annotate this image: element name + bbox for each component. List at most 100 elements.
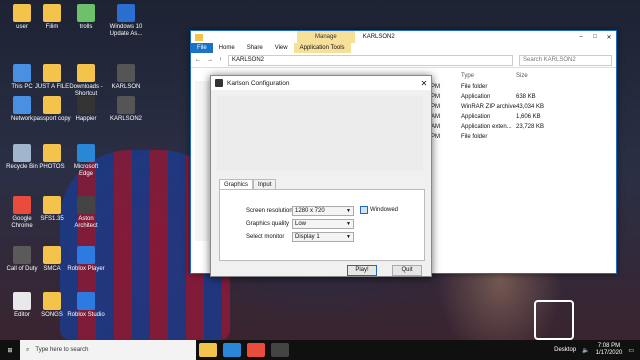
app-icon: [43, 96, 61, 114]
app-icon: [13, 196, 31, 214]
file-row-time[interactable]: PM: [431, 83, 440, 92]
app-icon: [13, 292, 31, 310]
desktop-icon[interactable]: Microsoft Edge: [66, 144, 106, 178]
file-row-time[interactable]: PM: [431, 133, 440, 142]
desktop-icon[interactable]: trolls: [66, 4, 106, 31]
app-icon: [77, 196, 95, 214]
maximize-icon[interactable]: □: [588, 34, 602, 40]
column-header-size[interactable]: Size: [516, 73, 528, 79]
file-row-size[interactable]: 43,034 KB: [516, 103, 544, 112]
nav-pane: [195, 81, 209, 241]
select-monitor-select[interactable]: Display 1 ▼: [292, 232, 354, 242]
tab-file[interactable]: File: [191, 43, 213, 53]
taskbar-edge-icon[interactable]: [223, 343, 241, 357]
tab-view[interactable]: View: [269, 45, 294, 51]
file-row-type[interactable]: Application: [461, 93, 490, 102]
file-row-type[interactable]: Application: [461, 113, 490, 122]
address-bar-row: ← → ↑ KARLSON2 Search KARLSON2: [191, 53, 616, 68]
desktop-icon[interactable]: KARLSON: [106, 64, 146, 91]
clock-time: 7:08 PM: [597, 343, 621, 349]
back-arrow-icon[interactable]: ←: [195, 57, 201, 63]
windowed-label: Windowed: [370, 207, 399, 213]
dialog-title: Karlson Configuration: [227, 79, 290, 87]
tab-application-tools[interactable]: Application Tools: [293, 43, 351, 53]
manage-tab[interactable]: Manage: [297, 31, 355, 43]
desktop-icon-label: KARLSON: [111, 84, 141, 90]
notification-icon[interactable]: ▭: [628, 347, 634, 354]
file-row-type[interactable]: Application exten...: [461, 123, 512, 132]
dialog-banner: [217, 96, 423, 171]
app-icon: [13, 246, 31, 264]
chevron-down-icon: ▼: [346, 208, 351, 214]
file-row-type[interactable]: File folder: [461, 83, 487, 92]
explorer-titlebar[interactable]: Manage KARLSON2 – □ ✕: [191, 31, 616, 43]
desktop-toolbar-label[interactable]: Desktop: [554, 347, 576, 353]
desktop-icon-label: Roblox Studio: [67, 312, 105, 318]
app-icon: [43, 4, 61, 22]
desktop-icon[interactable]: KARLSON2: [106, 96, 146, 123]
file-row-time[interactable]: PM: [431, 103, 440, 112]
dialog-titlebar[interactable]: Karlson Configuration ✕: [211, 76, 431, 90]
graphics-panel: Screen resolution 1280 x 720 ▼ Graphics …: [219, 189, 425, 261]
desktop-icon[interactable]: Roblox Studio: [66, 292, 106, 319]
graphics-quality-select[interactable]: Low ▼: [292, 219, 354, 229]
file-row-time[interactable]: PM: [431, 93, 440, 102]
speaker-icon[interactable]: 🔈: [582, 347, 589, 354]
play-button[interactable]: Play!: [347, 265, 377, 276]
screen-resolution-select[interactable]: 1280 x 720 ▼: [292, 206, 354, 216]
desktop-icon-label: Windows 10 Update As...: [109, 24, 143, 37]
column-header-type[interactable]: Type: [461, 73, 474, 79]
taskbar-search[interactable]: ⌕ Type here to search: [20, 340, 196, 360]
desktop-icon-label: KARLSON2: [109, 116, 142, 122]
app-icon: [77, 64, 95, 82]
app-icon: [117, 4, 135, 22]
file-row-size[interactable]: 638 KB: [516, 93, 536, 102]
tab-home[interactable]: Home: [213, 45, 241, 51]
search-input[interactable]: Search KARLSON2: [519, 54, 612, 66]
tab-share[interactable]: Share: [241, 45, 269, 51]
file-row-size[interactable]: 23,728 KB: [516, 123, 544, 132]
explorer-title: KARLSON2: [362, 34, 395, 40]
up-arrow-icon[interactable]: ↑: [219, 57, 222, 63]
desktop-icon[interactable]: Aston Architect: [66, 196, 106, 230]
desktop-icon[interactable]: Downloads - Shortcut: [66, 64, 106, 98]
app-icon: [117, 64, 135, 82]
start-button[interactable]: ⊞: [0, 340, 20, 360]
graphics-quality-label: Graphics quality: [246, 221, 290, 227]
minimize-icon[interactable]: –: [574, 34, 588, 40]
taskbar-chrome-icon[interactable]: [247, 343, 265, 357]
dialog-close-icon[interactable]: ✕: [417, 79, 431, 88]
desktop-icon[interactable]: Roblox Player: [66, 246, 106, 273]
karlson-config-dialog[interactable]: Karlson Configuration ✕ Graphics Input S…: [210, 75, 432, 277]
taskbar-file-explorer-icon[interactable]: [199, 343, 217, 357]
app-icon: [77, 292, 95, 310]
desktop-icon-label: Microsoft Edge: [73, 164, 99, 177]
address-input[interactable]: KARLSON2: [228, 54, 513, 66]
desktop-icon[interactable]: Windows 10 Update As...: [106, 4, 146, 38]
close-icon[interactable]: ✕: [602, 34, 616, 41]
app-icon: [43, 246, 61, 264]
desktop-icon[interactable]: Happier: [66, 96, 106, 123]
select-monitor-value: Display 1: [295, 234, 320, 240]
app-icon: [77, 96, 95, 114]
taskbar-search-placeholder: Type here to search: [35, 347, 89, 353]
file-row-time[interactable]: AM: [431, 123, 440, 132]
checkbox-box[interactable]: [360, 206, 368, 214]
app-icon: [13, 64, 31, 82]
windowed-checkbox[interactable]: Windowed: [360, 206, 398, 214]
chevron-down-icon: ▼: [346, 221, 351, 227]
system-tray: Desktop 🔈 7:08 PM 1/17/2020 ▭: [554, 343, 640, 357]
file-row-time[interactable]: AM: [431, 113, 440, 122]
forward-arrow-icon[interactable]: →: [207, 57, 213, 63]
windows-logo-icon: ⊞: [7, 347, 13, 354]
clock[interactable]: 7:08 PM 1/17/2020: [596, 343, 623, 357]
quit-button[interactable]: Quit: [392, 265, 422, 276]
app-icon: [77, 144, 95, 162]
fcb-logo: [534, 300, 574, 340]
file-row-type[interactable]: File folder: [461, 133, 487, 142]
taskbar: ⊞ ⌕ Type here to search Desktop 🔈 7:08 P…: [0, 340, 640, 360]
file-row-type[interactable]: WinRAR ZIP archive: [461, 103, 516, 112]
taskbar-app-icon[interactable]: [271, 343, 289, 357]
app-icon: [77, 246, 95, 264]
file-row-size[interactable]: 1,606 KB: [516, 113, 541, 122]
